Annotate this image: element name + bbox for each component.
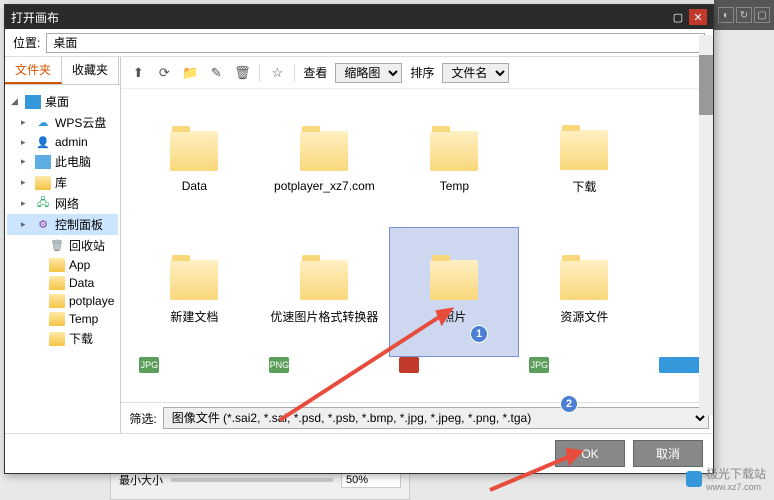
min-size-label: 最小大小 (119, 472, 163, 488)
bg-btn[interactable]: ↻ (736, 7, 752, 23)
folder-item[interactable]: 资源文件 (519, 227, 649, 357)
filter-label: 筛选: (129, 410, 156, 427)
content-area: ⬆ ⟳ 📁 ✎ 🗑 ☆ 查看 缩略图 排序 文件名 Data potplayer… (121, 57, 713, 433)
sidebar-tabs: 文件夹 收藏夹 (5, 57, 120, 85)
file-icon[interactable] (399, 357, 419, 373)
dialog-title: 打开画布 (11, 9, 669, 26)
folder-item[interactable]: 新建文档 (129, 227, 259, 357)
tree-item-lib[interactable]: ▸库 (7, 172, 118, 193)
folder-icon (430, 260, 478, 300)
ok-button[interactable]: OK (555, 440, 625, 467)
folder-icon (300, 131, 348, 171)
tree-item-recycle[interactable]: 🗑回收站 (7, 235, 118, 256)
new-folder-icon[interactable]: 📁 (181, 64, 199, 82)
star-icon[interactable]: ☆ (268, 64, 286, 82)
tree-item-network[interactable]: ▸🖧网络 (7, 193, 118, 214)
folder-icon (170, 131, 218, 171)
location-input[interactable] (46, 33, 705, 53)
toolbar: ⬆ ⟳ 📁 ✎ 🗑 ☆ 查看 缩略图 排序 文件名 (121, 57, 713, 89)
sort-label: 排序 (410, 64, 434, 81)
tree-item-data[interactable]: Data (7, 274, 118, 292)
tree-item-admin[interactable]: ▸👤admin (7, 133, 118, 151)
tree-item-app[interactable]: App (7, 256, 118, 274)
maximize-button[interactable]: ▢ (669, 9, 687, 25)
view-label: 查看 (303, 64, 327, 81)
refresh-icon[interactable]: ⟳ (155, 64, 173, 82)
tree-item-download[interactable]: 下载 (7, 328, 118, 349)
sort-select[interactable]: 文件名 (442, 63, 509, 83)
close-button[interactable]: ✕ (689, 9, 707, 25)
folder-tree: ◢桌面 ▸☁WPS云盘 ▸👤admin ▸此电脑 ▸库 ▸🖧网络 ▸⚙控制面板 … (5, 85, 120, 433)
open-canvas-dialog: 打开画布 ▢ ✕ 位置: 文件夹 收藏夹 ◢桌面 ▸☁WPS云盘 ▸👤admin… (4, 4, 714, 474)
watermark-logo-icon (686, 471, 702, 487)
min-size-value[interactable] (341, 472, 401, 488)
cancel-button[interactable]: 取消 (633, 440, 703, 467)
file-grid: Data potplayer_xz7.com Temp 下载 新建文档 优速图片… (121, 89, 713, 402)
location-row: 位置: (5, 29, 713, 57)
delete-icon[interactable]: 🗑 (233, 64, 251, 82)
folder-icon (560, 130, 608, 170)
tree-item-control-panel[interactable]: ▸⚙控制面板 (7, 214, 118, 235)
png-icon[interactable]: PNG (269, 357, 289, 373)
titlebar: 打开画布 ▢ ✕ (5, 5, 713, 29)
bg-btn[interactable]: ▢ (754, 7, 770, 23)
filter-row: 筛选: 图像文件 (*.sai2, *.sai, *.psd, *.psb, *… (121, 402, 713, 433)
scrollbar-vertical[interactable] (699, 35, 713, 415)
watermark-url: www.xz7.com (706, 482, 766, 492)
filter-select[interactable]: 图像文件 (*.sai2, *.sai, *.psd, *.psb, *.bmp… (163, 407, 710, 429)
jpg-icon[interactable]: JPG (529, 357, 549, 373)
up-icon[interactable]: ⬆ (129, 64, 147, 82)
tree-item-desktop[interactable]: ◢桌面 (7, 91, 118, 112)
button-row: OK 取消 (5, 433, 713, 473)
jpg-icon[interactable]: JPG (139, 357, 159, 373)
folder-item[interactable]: potplayer_xz7.com (259, 97, 389, 227)
tree-item-pc[interactable]: ▸此电脑 (7, 151, 118, 172)
folder-icon (560, 260, 608, 300)
sidebar: 文件夹 收藏夹 ◢桌面 ▸☁WPS云盘 ▸👤admin ▸此电脑 ▸库 ▸🖧网络… (5, 57, 121, 433)
folder-icon (170, 260, 218, 300)
folder-item[interactable]: Temp (389, 97, 519, 227)
slider-track[interactable] (171, 478, 333, 482)
bg-btn[interactable]: ◐ (718, 7, 734, 23)
location-label: 位置: (13, 34, 40, 51)
tree-item-temp[interactable]: Temp (7, 310, 118, 328)
folder-icon (430, 131, 478, 171)
tab-favorites[interactable]: 收藏夹 (62, 57, 119, 84)
edit-icon[interactable]: ✎ (207, 64, 225, 82)
background-window-controls: ◐ ↻ ▢ (714, 0, 774, 30)
tab-folders[interactable]: 文件夹 (5, 57, 62, 84)
folder-icon (300, 260, 348, 300)
tree-item-potplayer[interactable]: potplaye (7, 292, 118, 310)
folder-item-selected[interactable]: 照片 (389, 227, 519, 357)
watermark-text: 极光下载站 (706, 465, 766, 482)
tree-item-wps[interactable]: ▸☁WPS云盘 (7, 112, 118, 133)
view-select[interactable]: 缩略图 (335, 63, 402, 83)
watermark: 极光下载站 www.xz7.com (686, 465, 766, 492)
folder-item[interactable]: Data (129, 97, 259, 227)
folder-item[interactable]: 下载 (519, 97, 649, 227)
folder-item[interactable]: 优速图片格式转换器 (259, 227, 389, 357)
